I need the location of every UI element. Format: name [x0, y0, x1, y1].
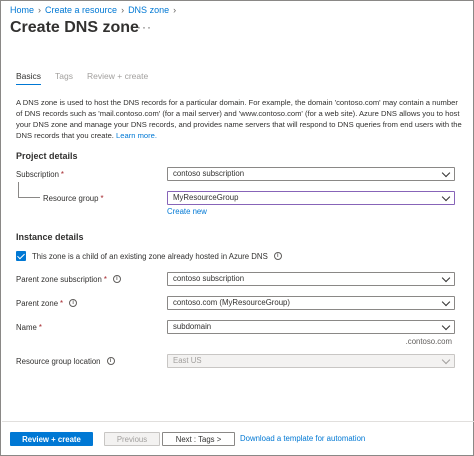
resource-group-label: Resource group *: [43, 192, 104, 204]
parent-sub-value: contoso subscription: [173, 274, 245, 283]
project-details-heading: Project details: [16, 151, 78, 161]
tab-basics[interactable]: Basics: [16, 71, 42, 85]
rg-location-value: East US: [173, 356, 202, 365]
subscription-value: contoso subscription: [173, 169, 245, 178]
info-icon[interactable]: i: [106, 357, 115, 365]
download-template-link[interactable]: Download a template for automation: [240, 434, 365, 443]
page-title: Create DNS zone: [10, 19, 139, 36]
chevron-right-icon: ›: [121, 5, 125, 15]
parent-zone-label: Parent zone * i: [16, 297, 78, 309]
required-mark: *: [60, 169, 64, 179]
subscription-select[interactable]: contoso subscription: [167, 167, 455, 181]
breadcrumb-create-resource[interactable]: Create a resource: [45, 5, 117, 15]
required-mark: *: [100, 193, 104, 203]
review-create-button[interactable]: Review + create: [10, 432, 93, 446]
footer-divider: [2, 421, 474, 422]
resource-group-label-text: Resource group: [43, 193, 99, 203]
resource-group-value: MyResourceGroup: [173, 193, 239, 202]
name-label: Name *: [16, 321, 42, 333]
tab-tags[interactable]: Tags: [55, 71, 73, 85]
next-tags-button[interactable]: Next : Tags >: [162, 432, 235, 446]
chevron-right-icon: ›: [38, 5, 42, 15]
subscription-label-text: Subscription: [16, 169, 59, 179]
create-new-link[interactable]: Create new: [167, 207, 207, 216]
info-icon[interactable]: i: [69, 299, 78, 307]
subscription-label: Subscription *: [16, 168, 64, 180]
required-mark: *: [60, 298, 64, 308]
previous-button[interactable]: Previous: [104, 432, 160, 446]
parent-zone-value: contoso.com (MyResourceGroup): [173, 298, 290, 307]
description: A DNS zone is used to host the DNS recor…: [16, 97, 464, 141]
parent-sub-label-text: Parent zone subscription: [16, 274, 102, 284]
parent-zone-select[interactable]: contoso.com (MyResourceGroup): [167, 296, 455, 310]
chevron-right-icon: ›: [173, 5, 177, 15]
breadcrumb-home[interactable]: Home: [10, 5, 34, 15]
parent-sub-label: Parent zone subscription * i: [16, 273, 121, 285]
resource-group-select[interactable]: MyResourceGroup: [167, 191, 455, 205]
required-mark: *: [38, 322, 42, 332]
required-mark: *: [103, 274, 107, 284]
name-value: subdomain: [173, 322, 212, 331]
child-zone-checkbox[interactable]: [16, 251, 26, 261]
tab-bar: Basics Tags Review + create: [16, 71, 162, 85]
name-input[interactable]: subdomain: [167, 320, 455, 334]
tab-review-create[interactable]: Review + create: [87, 71, 148, 85]
info-icon[interactable]: i: [112, 275, 121, 283]
breadcrumb-dns-zone[interactable]: DNS zone: [128, 5, 169, 15]
parent-zone-label-text: Parent zone: [16, 298, 59, 308]
chevron-down-icon: [441, 192, 451, 202]
chevron-down-icon: [441, 321, 451, 331]
learn-more-link[interactable]: Learn more.: [116, 131, 157, 140]
tree-connector: [18, 182, 19, 198]
more-options-icon[interactable]: ···: [137, 21, 152, 33]
name-suffix: .contoso.com: [405, 337, 452, 346]
rg-location-select: East US: [167, 354, 455, 368]
chevron-down-icon: [441, 168, 451, 178]
child-zone-label: This zone is a child of an existing zone…: [32, 250, 282, 262]
description-text: A DNS zone is used to host the DNS recor…: [16, 98, 462, 140]
child-zone-label-text: This zone is a child of an existing zone…: [32, 251, 268, 261]
info-icon[interactable]: i: [273, 252, 282, 260]
chevron-down-icon: [441, 273, 451, 283]
rg-location-label-text: Resource group location: [16, 356, 101, 366]
tree-connector-horizontal: [18, 197, 40, 198]
chevron-down-icon: [441, 297, 451, 307]
name-label-text: Name: [16, 322, 37, 332]
breadcrumb: Home › Create a resource › DNS zone ›: [10, 4, 180, 16]
rg-location-label: Resource group location i: [16, 355, 115, 367]
chevron-down-icon: [441, 355, 451, 365]
window-frame: Home › Create a resource › DNS zone › Cr…: [0, 0, 474, 456]
instance-details-heading: Instance details: [16, 232, 84, 242]
parent-sub-select[interactable]: contoso subscription: [167, 272, 455, 286]
